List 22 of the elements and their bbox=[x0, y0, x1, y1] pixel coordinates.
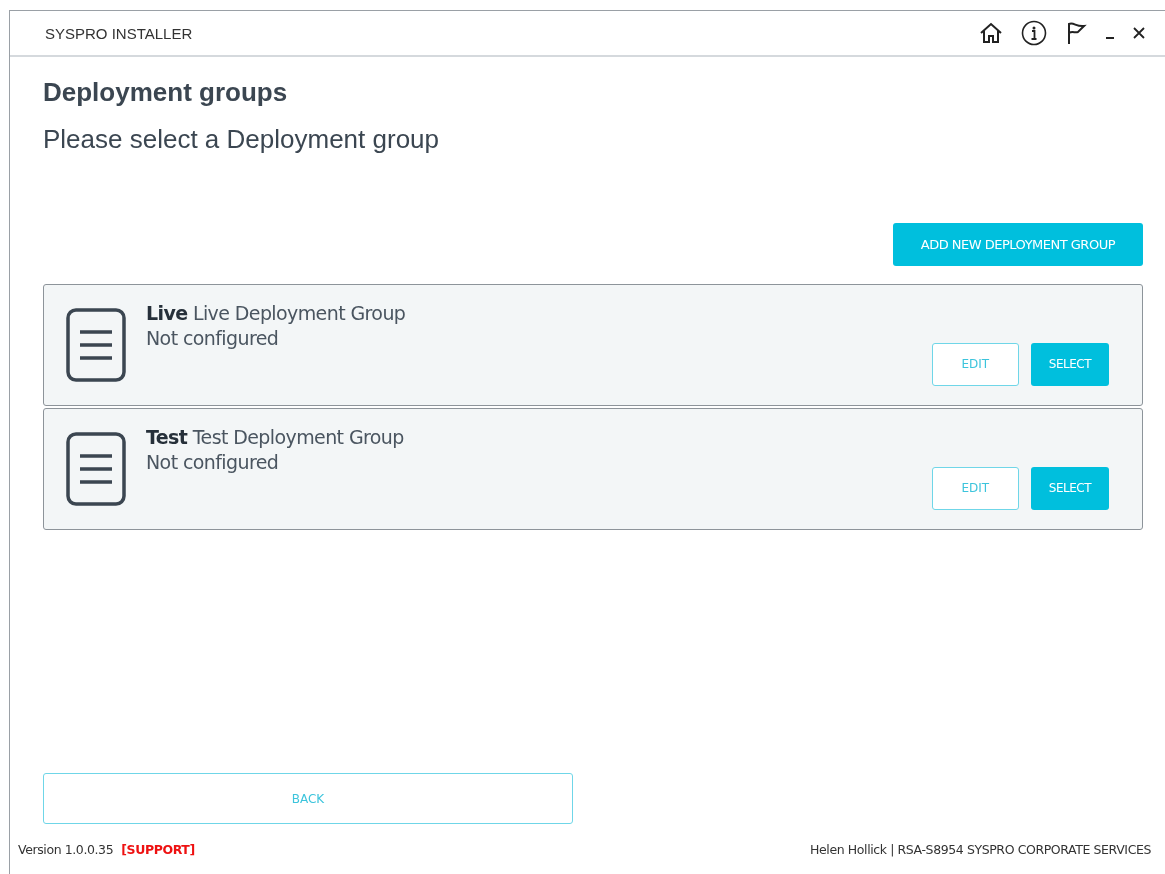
group-status: Not configured bbox=[146, 327, 280, 349]
select-button[interactable]: SELECT bbox=[1030, 342, 1109, 386]
version-text: Version 1.0.0.35 bbox=[18, 841, 114, 857]
page-title: Deployment groups bbox=[43, 77, 289, 108]
home-icon[interactable] bbox=[979, 22, 1003, 44]
flag-icon[interactable] bbox=[1065, 21, 1087, 45]
group-status: Not configured bbox=[146, 451, 280, 473]
document-icon bbox=[66, 432, 126, 506]
support-link[interactable]: [SUPPORT] bbox=[121, 841, 195, 857]
close-icon[interactable] bbox=[1133, 27, 1145, 39]
document-icon bbox=[66, 308, 126, 382]
group-title: Live Live Deployment Group bbox=[146, 302, 407, 324]
add-group-button[interactable]: ADD NEW DEPLOYMENT GROUP bbox=[892, 223, 1143, 266]
edit-button[interactable]: EDIT bbox=[931, 342, 1019, 386]
group-title: Test Test Deployment Group bbox=[146, 426, 405, 448]
select-button[interactable]: SELECT bbox=[1030, 466, 1109, 510]
back-button[interactable]: BACK bbox=[43, 773, 573, 824]
edit-button[interactable]: EDIT bbox=[931, 466, 1019, 510]
page-subtitle: Please select a Deployment group bbox=[43, 124, 440, 155]
window-title: SYSPRO INSTALLER bbox=[45, 24, 194, 42]
info-icon[interactable] bbox=[1021, 20, 1047, 46]
user-info: Helen Hollick | RSA-S8954 SYSPRO CORPORATE SERVICES bbox=[810, 841, 1151, 857]
